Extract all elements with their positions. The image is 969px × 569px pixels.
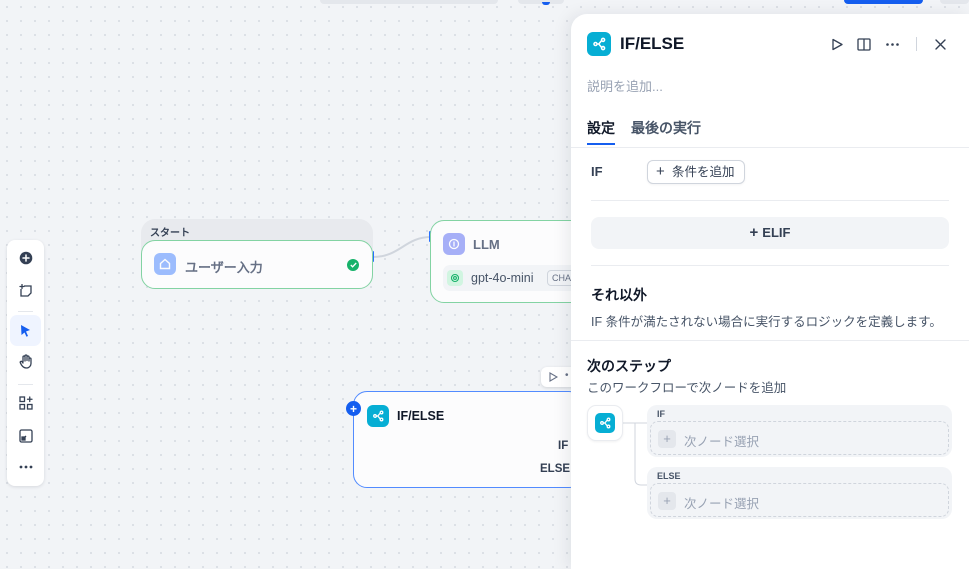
next-step-branch-if: IF + 次ノード選択 xyxy=(647,405,952,457)
branch-label: ELSE xyxy=(657,471,681,481)
add-before-node-icon[interactable]: + xyxy=(346,401,361,416)
start-node-title: ユーザー入力 xyxy=(185,260,263,275)
canvas-toolbar xyxy=(7,240,44,486)
plus-icon: + xyxy=(658,430,676,448)
branch-label: IF xyxy=(657,409,665,419)
ifelse-node-else-label: ELSE xyxy=(540,463,571,475)
add-node-icon[interactable] xyxy=(10,242,41,273)
hand-icon[interactable] xyxy=(10,346,41,377)
run-node-icon[interactable] xyxy=(549,372,558,382)
next-step-branch-else: ELSE + 次ノード選択 xyxy=(647,467,952,519)
start-node-header: スタート xyxy=(150,228,190,239)
model-name: gpt-4o-mini xyxy=(471,271,534,285)
llm-node-title: LLM xyxy=(473,237,500,252)
ifelse-branch-icon xyxy=(595,413,615,433)
select-next-node-label: 次ノード選択 xyxy=(684,497,760,511)
node-more-icon[interactable]: • xyxy=(565,370,569,381)
select-next-node-button[interactable]: + 次ノード選択 xyxy=(650,421,949,455)
ifelse-node-if-label: IF xyxy=(558,440,569,452)
pointer-icon[interactable] xyxy=(10,315,41,346)
select-next-node-label: 次ノード選択 xyxy=(684,435,760,449)
home-icon xyxy=(154,253,176,275)
llm-icon xyxy=(443,233,465,255)
organize-icon[interactable] xyxy=(10,387,41,418)
node-settings-panel: IF/ELSE 説明を追加... 設定 最後の実行 IF + 条件を追加 + EL… xyxy=(571,14,969,569)
ifelse-node-title: IF/ELSE xyxy=(397,409,445,423)
add-note-icon[interactable] xyxy=(10,275,41,306)
ifelse-node[interactable]: IF/ELSE IF ELSE xyxy=(353,391,583,488)
start-node[interactable]: スタート ユーザー入力 xyxy=(141,219,373,289)
current-node-thumbnail xyxy=(587,405,623,441)
start-node-body[interactable]: ユーザー入力 xyxy=(141,240,373,289)
toolbar-divider xyxy=(18,384,33,385)
plus-icon: + xyxy=(658,492,676,510)
more-icon[interactable] xyxy=(10,451,41,482)
success-check-icon xyxy=(347,259,359,271)
toolbar-divider xyxy=(18,311,33,312)
openai-icon xyxy=(447,270,463,286)
ifelse-branch-icon xyxy=(367,405,389,427)
minimap-icon[interactable] xyxy=(10,420,41,451)
select-next-node-button[interactable]: + 次ノード選択 xyxy=(650,483,949,517)
